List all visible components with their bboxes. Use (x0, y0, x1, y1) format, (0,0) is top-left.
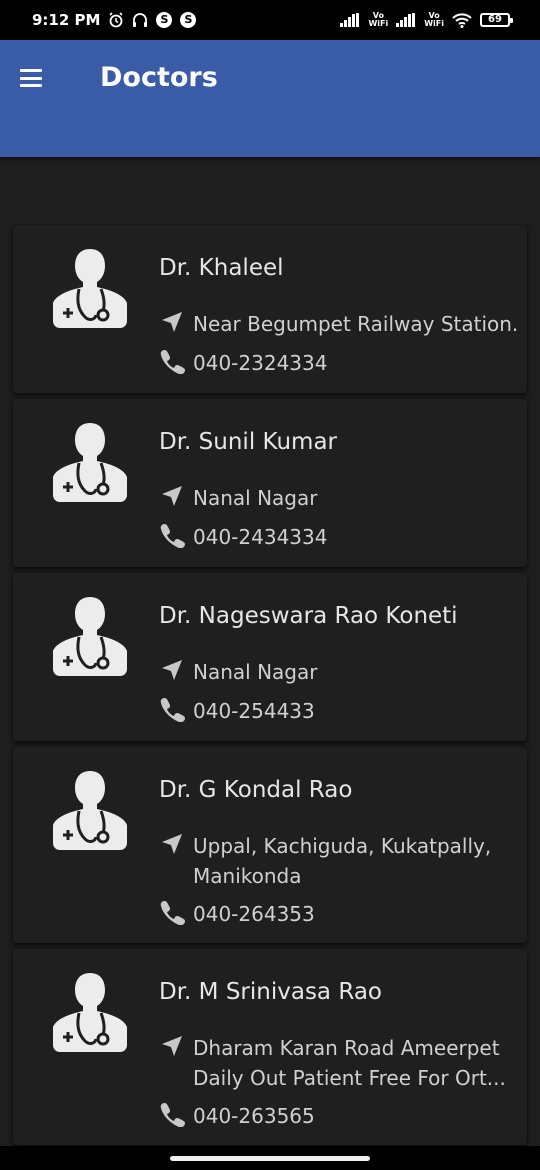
battery-indicator: 69 (480, 13, 513, 27)
address-row: Near Begumpet Railway Station. (159, 309, 523, 339)
phone-row[interactable]: 040-264353 (159, 899, 523, 929)
doctor-card[interactable]: Dr. M Srinivasa Rao Dharam Karan Road Am… (13, 949, 527, 1145)
phone-icon (160, 350, 185, 374)
phone-icon (160, 698, 185, 722)
vowifi-indicator: Vo WiFi (368, 12, 388, 28)
headset-icon (132, 12, 148, 28)
doctor-address: Nanal Nagar (193, 486, 318, 510)
doctor-phone: 040-264353 (193, 902, 315, 926)
doctor-phone: 040-263565 (193, 1104, 315, 1128)
navigation-arrow-icon (162, 834, 182, 854)
phone-row[interactable]: 040-254433 (159, 696, 523, 726)
skype-icon-2: S (180, 12, 197, 28)
page-title: Doctors (100, 62, 218, 93)
vowifi-bottom: WiFi (368, 19, 389, 28)
doctor-name: Dr. Nageswara Rao Koneti (159, 603, 458, 629)
status-bar: 9:12 PM S S Vo WiFi Vo WiFi 69 (0, 0, 540, 40)
vowifi-indicator-2: Vo WiFi (424, 12, 444, 28)
status-time: 9:12 PM (32, 11, 101, 29)
navigation-arrow-icon (162, 660, 182, 680)
doctor-phone: 040-2434334 (193, 525, 328, 549)
doctor-address: Uppal, Kachiguda, Kukatpally, Manikonda (193, 834, 492, 888)
doctor-avatar-icon (53, 973, 127, 1052)
navigation-arrow-icon (162, 1036, 182, 1056)
doctor-address: Nanal Nagar (193, 660, 318, 684)
doctor-card[interactable]: Dr. G Kondal Rao Uppal, Kachiguda, Kukat… (13, 747, 527, 943)
doctor-phone: 040-254433 (193, 699, 315, 723)
navigation-arrow-icon (162, 486, 182, 506)
address-row: Nanal Nagar (159, 483, 523, 513)
doctor-address: Dharam Karan Road Ameerpet Daily Out Pat… (193, 1036, 506, 1090)
skype-icon: S (156, 12, 173, 28)
phone-icon (160, 524, 185, 548)
address-row: Uppal, Kachiguda, Kukatpally, Manikonda (159, 831, 523, 891)
phone-icon (160, 1103, 185, 1127)
app-bar (0, 40, 540, 157)
phone-row[interactable]: 040-2434334 (159, 522, 523, 552)
doctor-avatar-icon (53, 597, 127, 676)
doctor-address: Near Begumpet Railway Station. (193, 312, 519, 336)
signal-icon (340, 13, 360, 27)
doctor-avatar-icon (53, 771, 127, 850)
doctor-name: Dr. Khaleel (159, 255, 284, 281)
wifi-icon (452, 12, 472, 28)
address-row: Dharam Karan Road Ameerpet Daily Out Pat… (159, 1033, 523, 1093)
alarm-icon (108, 12, 124, 28)
navigation-arrow-icon (162, 312, 182, 332)
doctor-avatar-icon (53, 249, 127, 328)
signal-icon-2 (396, 13, 416, 27)
doctor-name: Dr. G Kondal Rao (159, 777, 353, 803)
phone-icon (160, 901, 185, 925)
vowifi-bottom-2: WiFi (424, 19, 444, 28)
phone-row[interactable]: 040-2324334 (159, 348, 523, 378)
doctor-card[interactable]: Dr. Sunil Kumar Nanal Nagar 040-2434334 (13, 399, 527, 567)
doctor-card[interactable]: Dr. Khaleel Near Begumpet Railway Statio… (13, 225, 527, 393)
address-row: Nanal Nagar (159, 657, 523, 687)
doctor-phone: 040-2324334 (193, 351, 328, 375)
doctor-card[interactable]: Dr. Nageswara Rao Koneti Nanal Nagar 040… (13, 573, 527, 741)
doctor-avatar-icon (53, 423, 127, 502)
phone-row[interactable]: 040-263565 (159, 1101, 523, 1131)
doctor-name: Dr. M Srinivasa Rao (159, 979, 382, 1005)
home-indicator[interactable] (170, 1156, 370, 1161)
doctor-name: Dr. Sunil Kumar (159, 429, 337, 455)
hamburger-icon[interactable] (20, 69, 42, 87)
